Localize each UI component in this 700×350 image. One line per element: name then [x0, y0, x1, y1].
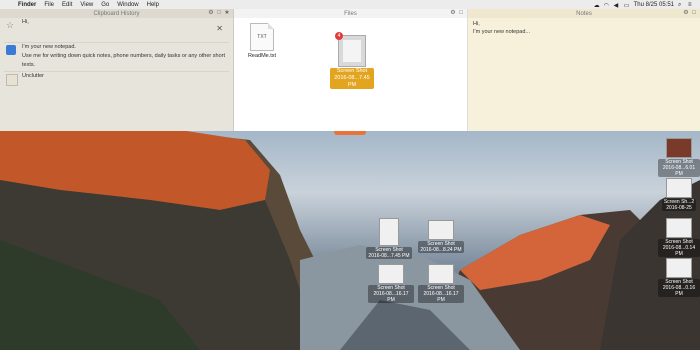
desktop-file-icon[interactable]: Screen Shot 2016-08...0.16 PM — [658, 258, 700, 297]
screenshot-thumbnail — [428, 220, 454, 240]
status-area: ☁ ◠ ◀ ▭ Thu 8/25 05:51 ⌕ ≡ — [594, 2, 700, 9]
app-icon — [6, 45, 16, 55]
clipboard-titlebar: Clipboard History ⚙ □ ★ — [0, 9, 233, 18]
notification-center-icon[interactable]: ≡ — [688, 2, 694, 8]
notes-panel: Notes ⚙ □ Hi, I'm your new notepad... — [468, 9, 700, 131]
cloud-icon[interactable]: ☁ — [594, 2, 600, 9]
clipboard-item[interactable]: ☆ Hi, ✕ — [4, 18, 229, 43]
note-line: I'm your new notepad... — [473, 29, 530, 35]
screenshot-thumbnail — [379, 218, 399, 246]
screenshot-thumbnail — [428, 264, 454, 284]
file-type-label: TXT — [257, 34, 267, 40]
files-titlebar: Files ⚙ □ — [234, 9, 467, 18]
notes-editor[interactable]: Hi, I'm your new notepad... — [468, 18, 700, 38]
volume-icon[interactable]: ◀ — [614, 2, 620, 9]
file-label-line2: 2016-08...0.16 PM — [662, 285, 696, 297]
clipboard-history-panel: Clipboard History ⚙ □ ★ ☆ Hi, ✕ I'm your… — [0, 9, 234, 131]
clipboard-star-icon[interactable]: ★ — [224, 10, 230, 16]
clipboard-expand-icon[interactable]: □ — [216, 10, 222, 16]
desktop-file-icon[interactable]: Screen Shot 2016-08...16.17 PM — [368, 264, 414, 303]
notes-settings-icon[interactable]: ⚙ — [683, 10, 689, 16]
desktop-file-icon[interactable]: Screen Shot 2016-08...6.01 PM — [658, 138, 700, 177]
desktop-file-icon[interactable]: Screen Shot 2016-08...0.14 PM — [658, 218, 700, 257]
file-label-line2: 2016-08-25 — [666, 205, 692, 211]
file-label-line2: 2016-08...16.17 PM — [373, 291, 409, 303]
clipboard-item-text: Hi, — [22, 19, 29, 25]
clipboard-item[interactable]: I'm your new notepad. Use me for writing… — [4, 43, 229, 72]
notes-titlebar: Notes ⚙ □ — [468, 9, 700, 18]
desktop-file-icon[interactable]: Screen Shot 2016-08...7.45 PM — [366, 218, 412, 259]
file-label-line2: 2016-08...6.01 PM — [662, 165, 696, 177]
star-icon[interactable]: ☆ — [6, 20, 16, 30]
spotlight-icon[interactable]: ⌕ — [678, 2, 684, 8]
clipboard-item-text: Use me for writing down quick notes, pho… — [22, 53, 225, 68]
screenshot-thumbnail — [378, 264, 404, 284]
screenshot-thumbnail — [666, 178, 692, 198]
menu-view[interactable]: View — [76, 2, 97, 8]
screenshot-file-icon: 4 — [335, 32, 366, 67]
wifi-icon[interactable]: ◠ — [604, 2, 610, 9]
file-screenshot-selected[interactable]: 4 Screen Shot 2016-08...7.45 PM — [330, 32, 374, 89]
screenshot-thumbnail — [666, 258, 692, 278]
files-settings-icon[interactable]: ⚙ — [450, 10, 456, 16]
desktop-file-icon[interactable]: Screen Shot 2016-08...8.24 PM — [418, 220, 464, 253]
file-name-line1: Screen Shot — [336, 68, 368, 74]
file-name-line2: 2016-08...7.45 PM — [334, 75, 370, 88]
desktop-file-icon[interactable]: Screen Shot 2016-08...16.17 PM — [418, 264, 464, 303]
menu-go[interactable]: Go — [97, 2, 113, 8]
menu-window[interactable]: Window — [113, 2, 142, 8]
screenshot-thumbnail — [666, 218, 692, 238]
desktop-file-icon[interactable]: Screen Sh...2 2016-08-25 — [658, 178, 700, 211]
file-readme[interactable]: TXT ReadMe.txt — [242, 23, 282, 59]
notes-title: Notes — [576, 10, 592, 17]
notes-expand-icon[interactable]: □ — [691, 10, 697, 16]
text-file-icon: TXT — [250, 23, 274, 51]
file-label-line2: 2016-08...16.17 PM — [423, 291, 459, 303]
close-icon[interactable]: ✕ — [216, 24, 223, 33]
menu-help[interactable]: Help — [143, 2, 163, 8]
clipboard-item-text: Unclutter — [22, 73, 45, 79]
clipboard-item-text: I'm your new notepad. — [22, 44, 76, 50]
files-title: Files — [344, 10, 357, 17]
menubar-clock[interactable]: Thu 8/25 05:51 — [634, 2, 674, 8]
screenshot-thumbnail — [666, 138, 692, 158]
clipboard-item[interactable]: Unclutter — [4, 72, 229, 92]
file-label-line2: 2016-08...8.24 PM — [420, 247, 462, 253]
file-name: ReadMe.txt — [247, 53, 277, 59]
clipboard-title: Clipboard History — [93, 10, 140, 17]
unclutter-pull-tab[interactable] — [334, 131, 366, 135]
battery-icon[interactable]: ▭ — [624, 2, 630, 9]
file-name: Screen Shot 2016-08...7.45 PM — [330, 68, 374, 89]
file-label-line2: 2016-08...0.14 PM — [662, 245, 696, 257]
file-count-badge: 4 — [335, 32, 343, 40]
unclutter-app-icon — [6, 74, 18, 86]
files-panel: Files ⚙ □ TXT ReadMe.txt 4 Screen Shot 2… — [234, 9, 468, 131]
note-line: Hi, — [473, 21, 480, 27]
menu-finder[interactable]: Finder — [14, 2, 40, 8]
clipboard-settings-icon[interactable]: ⚙ — [208, 10, 214, 16]
file-label-line2: 2016-08...7.45 PM — [368, 253, 410, 259]
files-expand-icon[interactable]: □ — [458, 10, 464, 16]
menu-edit[interactable]: Edit — [58, 2, 76, 8]
menu-file[interactable]: File — [40, 2, 58, 8]
